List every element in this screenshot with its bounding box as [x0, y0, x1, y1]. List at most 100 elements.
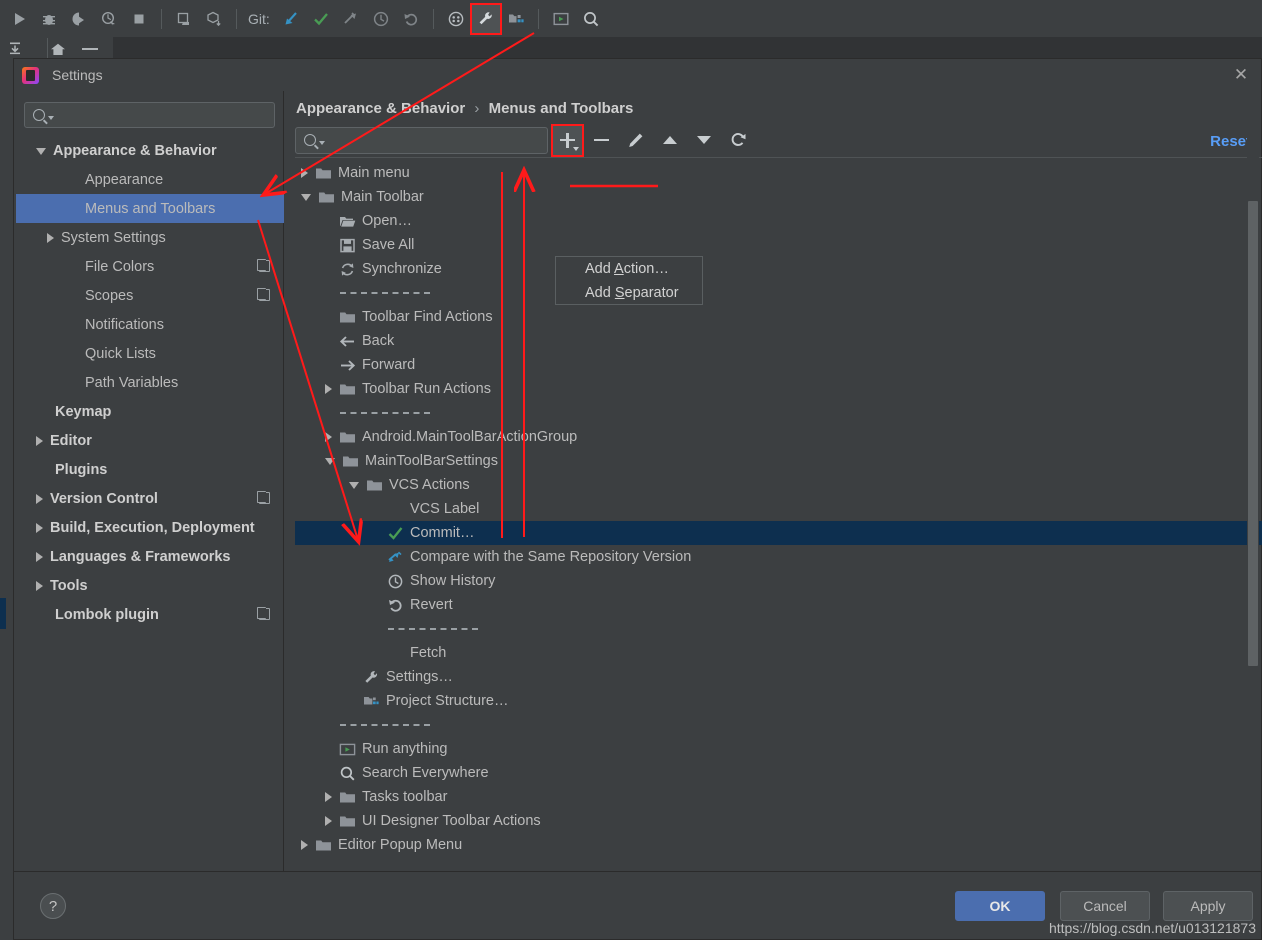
run-icon[interactable] — [5, 5, 33, 33]
add-button[interactable] — [551, 123, 584, 157]
rollback-icon[interactable] — [397, 5, 425, 33]
tree-row-project-structure[interactable]: Project Structure… — [295, 689, 1262, 713]
tree-row-revert[interactable]: Revert — [295, 593, 1262, 617]
tree-row-save-all[interactable]: Save All — [295, 233, 1262, 257]
tree-row-show-history[interactable]: Show History — [295, 569, 1262, 593]
tree-row-toolbar-run-actions[interactable]: Toolbar Run Actions — [295, 377, 1262, 401]
chevron-right-icon[interactable] — [36, 435, 43, 446]
copy-settings-icon[interactable] — [257, 491, 270, 504]
tree-separator-row[interactable] — [295, 617, 1262, 641]
sidebar-item-system-settings[interactable]: System Settings — [16, 223, 284, 252]
close-icon[interactable]: ✕ — [1231, 65, 1251, 85]
tree-scrollbar-thumb[interactable] — [1248, 201, 1258, 666]
chevron-right-icon[interactable] — [36, 580, 43, 591]
copy-settings-icon[interactable] — [257, 607, 270, 620]
edit-button[interactable] — [621, 126, 650, 155]
stop-icon[interactable] — [125, 5, 153, 33]
run-anything-icon[interactable] — [547, 5, 575, 33]
tree-search-field[interactable] — [295, 126, 548, 154]
sidebar-item-file-colors[interactable]: File Colors — [16, 252, 284, 281]
sidebar-item-appearance[interactable]: Appearance — [16, 165, 284, 194]
restore-button[interactable] — [723, 126, 752, 155]
sidebar-item-plugins[interactable]: Plugins — [16, 455, 284, 484]
push-icon[interactable] — [337, 5, 365, 33]
tree-separator-row[interactable] — [295, 281, 1262, 305]
menu-item-add-action[interactable]: Add Action… — [556, 257, 702, 281]
debug-icon[interactable] — [35, 5, 63, 33]
tree-row-compare-with-the-same-repository-version[interactable]: Compare with the Same Repository Version — [295, 545, 1262, 569]
build-icon[interactable] — [200, 5, 228, 33]
tree-row-main-toolbar[interactable]: Main Toolbar — [295, 185, 1262, 209]
tree-row-open[interactable]: Open… — [295, 209, 1262, 233]
minimize-icon[interactable] — [82, 48, 98, 50]
chevron-right-icon[interactable] — [36, 551, 43, 562]
breadcrumb-root[interactable]: Appearance & Behavior — [296, 100, 465, 117]
menu-item-add-separator[interactable]: Add Separator — [556, 281, 702, 305]
settings-wrench-icon[interactable] — [469, 2, 502, 35]
update-project-icon[interactable] — [277, 5, 305, 33]
chevron-right-icon[interactable] — [301, 168, 308, 178]
tree-row-editor-popup-menu[interactable]: Editor Popup Menu — [295, 833, 1262, 857]
tree-row-vcs-actions[interactable]: VCS Actions — [295, 473, 1262, 497]
sidebar-item-build-execution-deployment[interactable]: Build, Execution, Deployment — [16, 513, 284, 542]
tree-row-settings[interactable]: Settings… — [295, 665, 1262, 689]
tree-row-forward[interactable]: Forward — [295, 353, 1262, 377]
sidebar-item-editor[interactable]: Editor — [16, 426, 284, 455]
tree-row-tasks-toolbar[interactable]: Tasks toolbar — [295, 785, 1262, 809]
sync-project-icon[interactable] — [170, 5, 198, 33]
tree-row-synchronize[interactable]: Synchronize — [295, 257, 1262, 281]
sidebar-item-path-variables[interactable]: Path Variables — [16, 368, 284, 397]
sidebar-item-tools[interactable]: Tools — [16, 571, 284, 600]
help-button[interactable]: ? — [40, 893, 66, 919]
tree-row-run-anything[interactable]: Run anything — [295, 737, 1262, 761]
copy-settings-icon[interactable] — [257, 259, 270, 272]
tree-row-toolbar-find-actions[interactable]: Toolbar Find Actions — [295, 305, 1262, 329]
tree-row-main-menu[interactable]: Main menu — [295, 161, 1262, 185]
tree-separator-row[interactable] — [295, 401, 1262, 425]
profile-icon[interactable] — [95, 5, 123, 33]
move-up-button[interactable] — [655, 126, 684, 155]
tree-separator-row[interactable] — [295, 713, 1262, 737]
tree-row-vcs-label[interactable]: VCS Label — [295, 497, 1262, 521]
sidebar-search-field[interactable] — [24, 102, 275, 128]
chevron-right-icon[interactable] — [301, 840, 308, 850]
add-dropdown-menu[interactable]: Add Action… Add Separator — [555, 256, 703, 305]
chevron-right-icon[interactable] — [47, 232, 54, 243]
search-everywhere-icon[interactable] — [577, 5, 605, 33]
chevron-right-icon[interactable] — [325, 432, 332, 442]
tree-row-maintoolbarsettings[interactable]: MainToolBarSettings — [295, 449, 1262, 473]
toolbar-structure-tree[interactable]: Main menu Main Toolbar Open… Save All Synchr… — [295, 161, 1262, 886]
avd-manager-icon[interactable] — [442, 5, 470, 33]
sidebar-item-appearance-behavior[interactable]: Appearance & Behavior — [16, 136, 284, 165]
chevron-down-icon[interactable] — [301, 193, 311, 201]
commit-icon[interactable] — [307, 5, 335, 33]
chevron-right-icon[interactable] — [36, 493, 43, 504]
chevron-right-icon[interactable] — [325, 816, 332, 826]
sidebar-item-scopes[interactable]: Scopes — [16, 281, 284, 310]
project-structure-icon[interactable] — [502, 5, 530, 33]
tree-row-back[interactable]: Back — [295, 329, 1262, 353]
sidebar-item-languages-frameworks[interactable]: Languages & Frameworks — [16, 542, 284, 571]
run-with-coverage-icon[interactable] — [65, 5, 93, 33]
sidebar-item-version-control[interactable]: Version Control — [16, 484, 284, 513]
sidebar-search-input[interactable] — [54, 107, 274, 123]
tree-scrollbar[interactable] — [1247, 91, 1259, 816]
remove-button[interactable] — [587, 126, 616, 155]
chevron-right-icon[interactable] — [325, 384, 332, 394]
apply-button[interactable]: Apply — [1163, 891, 1253, 921]
sidebar-item-lombok-plugin[interactable]: Lombok plugin — [16, 600, 284, 629]
chevron-down-icon[interactable] — [325, 457, 335, 465]
cancel-button[interactable]: Cancel — [1060, 891, 1150, 921]
tree-row-ui-designer-toolbar-actions[interactable]: UI Designer Toolbar Actions — [295, 809, 1262, 833]
tree-row-search-everywhere[interactable]: Search Everywhere — [295, 761, 1262, 785]
copy-settings-icon[interactable] — [257, 288, 270, 301]
chevron-right-icon[interactable] — [36, 522, 43, 533]
ok-button[interactable]: OK — [955, 891, 1045, 921]
tree-row-android-maintoolbaractiongroup[interactable]: Android.MainToolBarActionGroup — [295, 425, 1262, 449]
tree-row-fetch[interactable]: Fetch — [295, 641, 1262, 665]
sidebar-item-menus-and-toolbars[interactable]: Menus and Toolbars — [16, 194, 284, 223]
sidebar-item-keymap[interactable]: Keymap — [16, 397, 284, 426]
chevron-down-icon[interactable] — [349, 481, 359, 489]
tree-row-commit[interactable]: Commit… — [295, 521, 1262, 545]
sidebar-item-quick-lists[interactable]: Quick Lists — [16, 339, 284, 368]
